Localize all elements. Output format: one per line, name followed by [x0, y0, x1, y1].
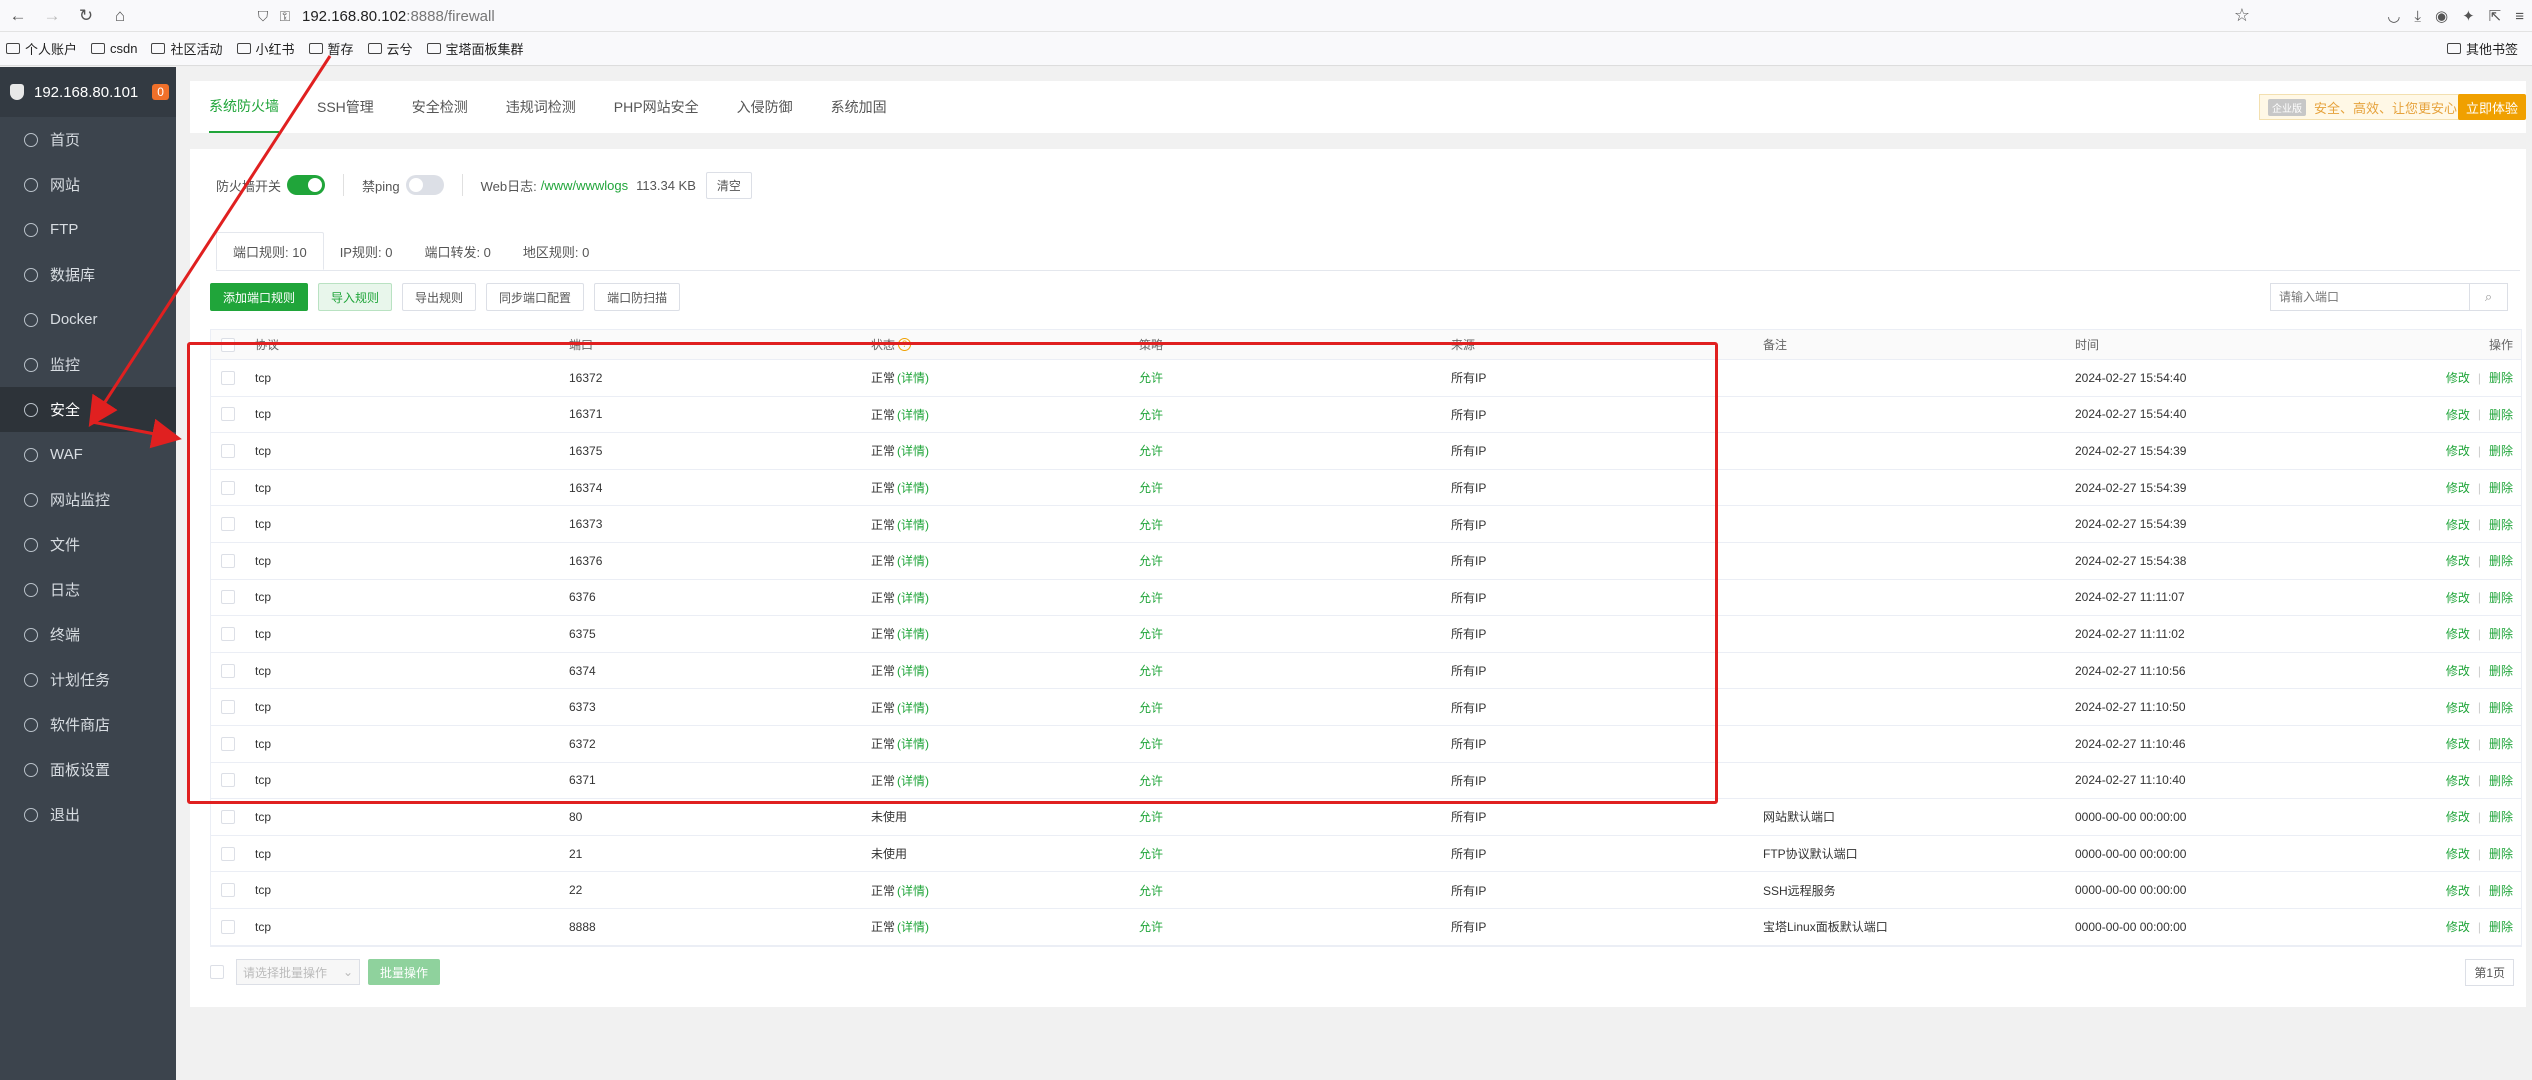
annotation-arrow [91, 418, 182, 449]
annotation-arrows [88, 55, 332, 449]
annotation-arrow [88, 55, 332, 428]
